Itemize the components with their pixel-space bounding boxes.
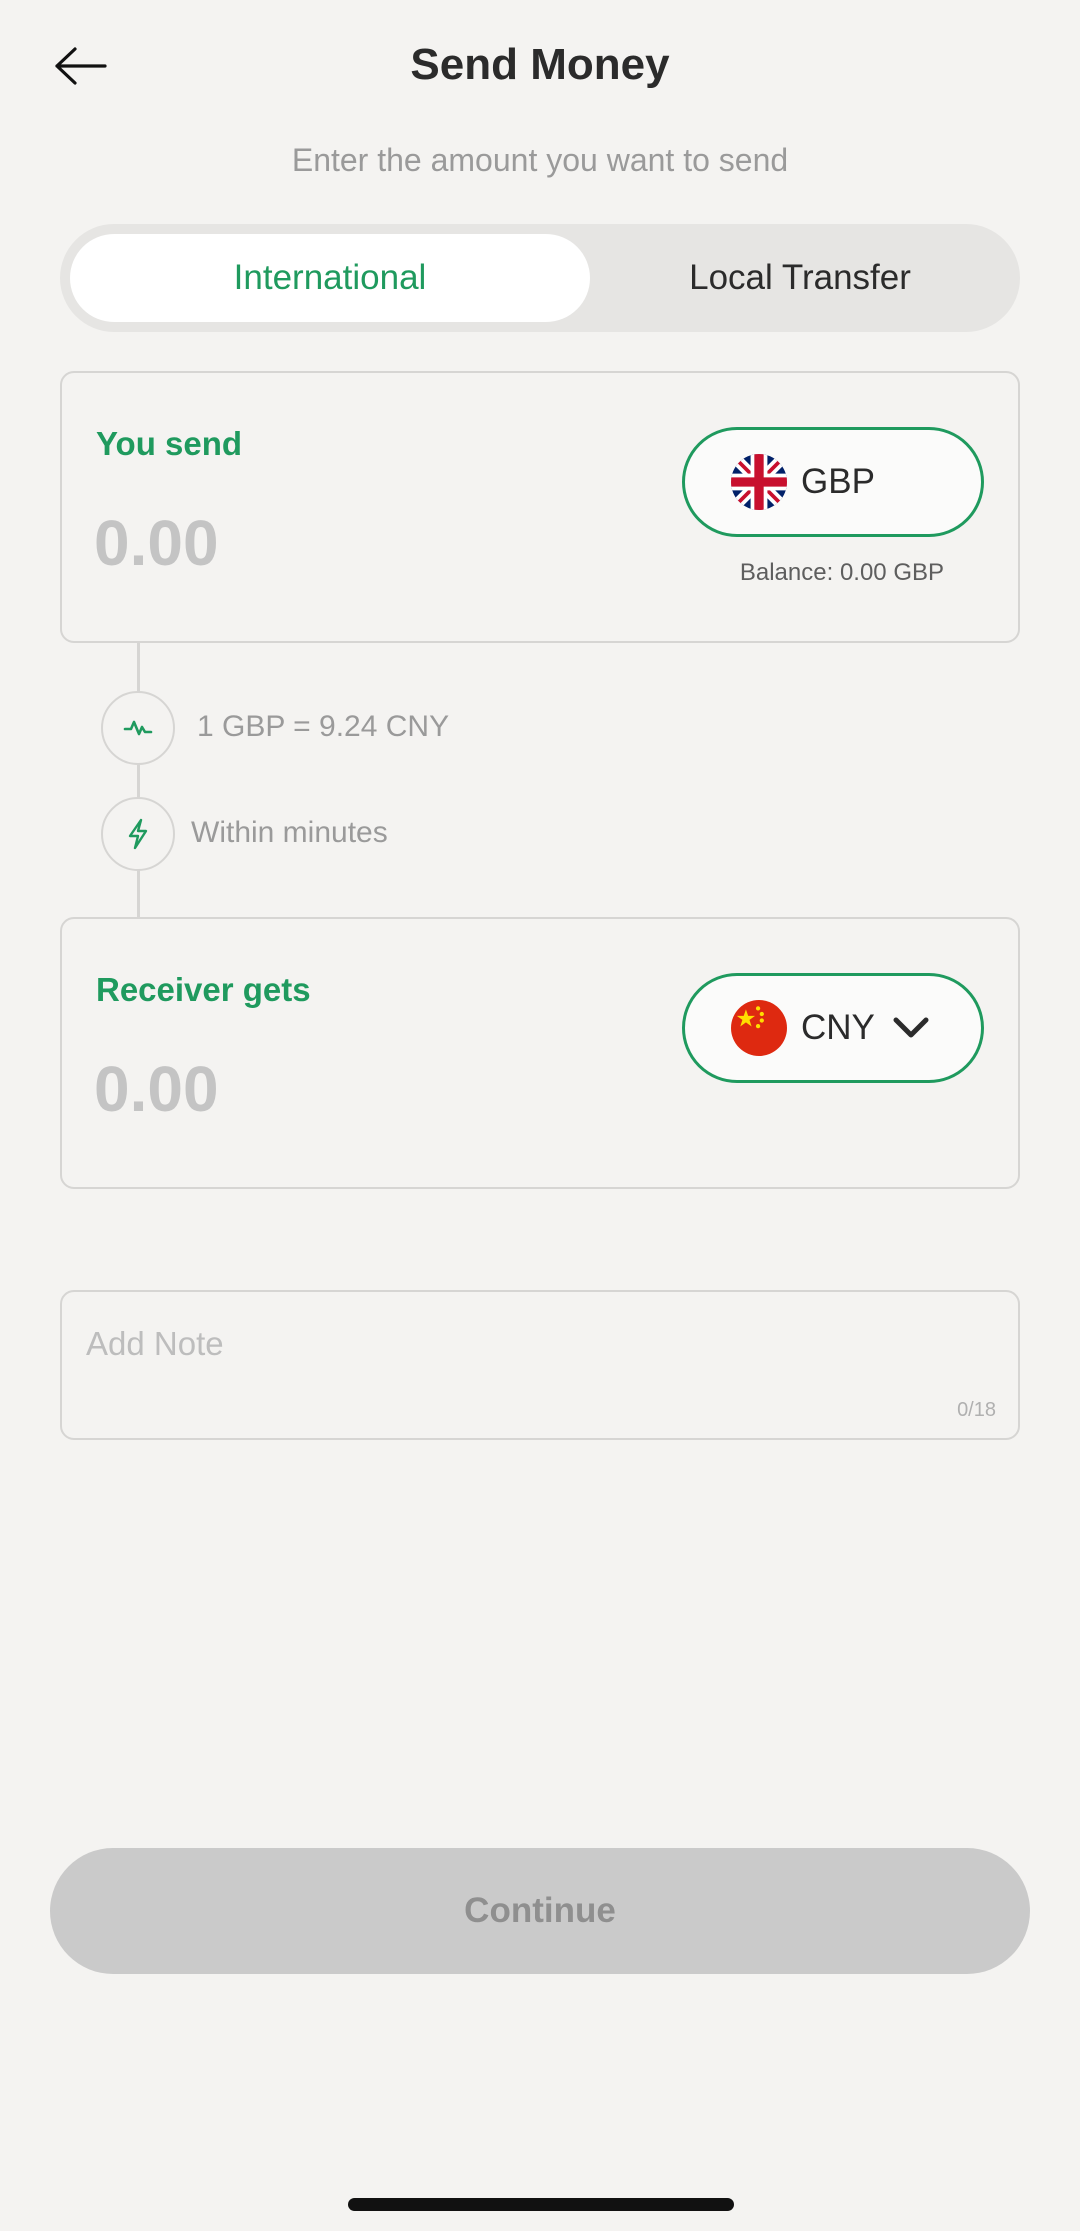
tab-local-transfer[interactable]: Local Transfer [590,234,1010,322]
receive-currency-code: CNY [801,1008,875,1047]
receive-label: Receiver gets [96,971,311,1008]
exchange-rate-text: 1 GBP = 9.24 CNY [197,710,450,743]
send-amount-card: You send GBP Balance: 0.00 GBP [60,371,1020,643]
uk-flag-icon [731,454,787,510]
page-title: Send Money [410,40,670,89]
note-character-counter: 0/18 [957,1399,996,1421]
china-flag-icon [731,1000,787,1056]
delivery-time-text: Within minutes [191,816,388,849]
balance-text: Balance: 0.00 GBP [740,559,944,587]
tab-international[interactable]: International [70,234,590,322]
send-currency-code: GBP [801,462,875,501]
send-label: You send [96,425,243,462]
note-field[interactable]: 0/18 [60,1290,1020,1440]
continue-button[interactable]: Continue [50,1848,1030,1974]
send-money-screen: Send Money Enter the amount you want to … [0,0,1080,2231]
balance-value: 0.00 GBP [839,559,944,586]
receive-amount-input[interactable] [94,1049,494,1129]
note-input[interactable] [86,1320,886,1368]
page-subtitle: Enter the amount you want to send [291,142,789,178]
send-currency-selector[interactable]: GBP [682,427,984,537]
exchange-rate-icon [101,691,175,765]
connector-line [137,643,140,917]
chevron-down-icon [893,1017,929,1038]
send-amount-input[interactable] [94,503,494,583]
receive-amount-card: Receiver gets CNY [60,917,1020,1189]
transfer-type-tabs: International Local Transfer [60,224,1020,332]
receive-currency-selector[interactable]: CNY [682,973,984,1083]
lightning-icon [101,797,175,871]
balance-label: Balance: [739,559,834,586]
home-indicator [348,2198,734,2211]
